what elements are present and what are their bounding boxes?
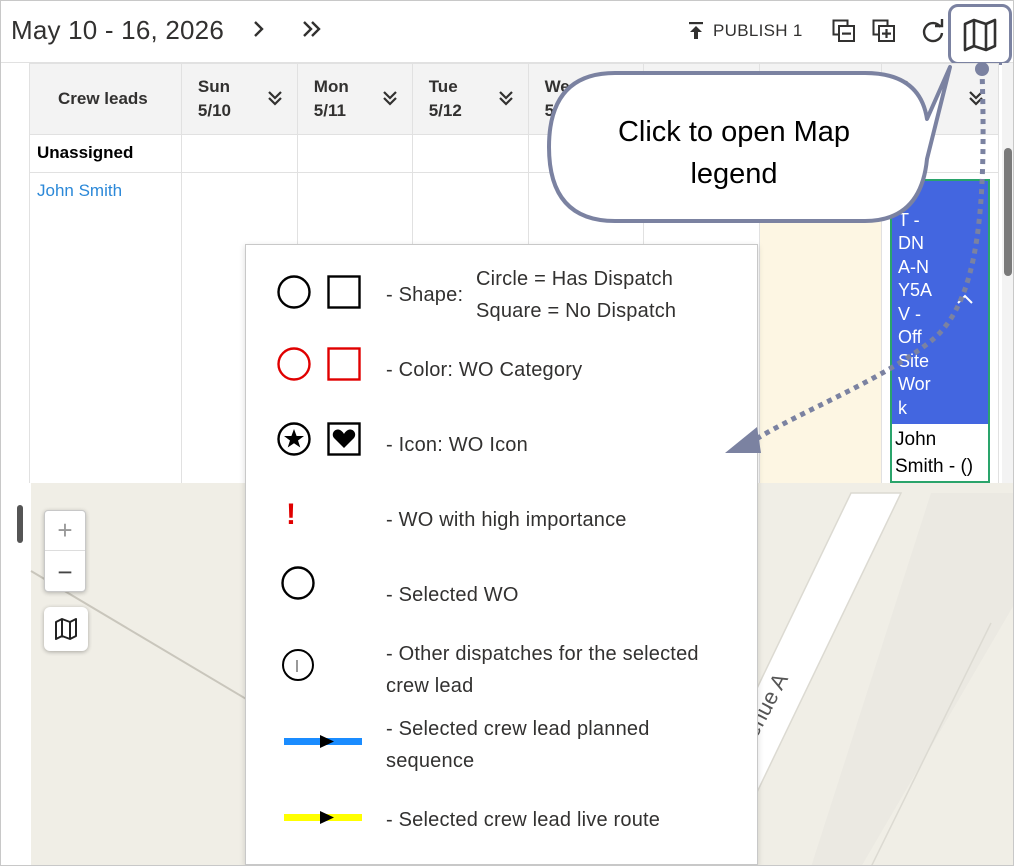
day-header-tue[interactable]: Tue 5/12 (411, 63, 529, 135)
shape-icons (277, 275, 361, 309)
wo-line: Wor (898, 374, 931, 394)
double-chevron-right-icon (303, 21, 321, 37)
chevron-right-icon (254, 21, 264, 37)
legend-importance-label: - WO with high importance (386, 509, 627, 531)
day-cell[interactable] (180, 134, 298, 173)
legend-planned-line2: sequence (386, 750, 475, 772)
owner-line: Smith - () (895, 456, 974, 477)
refresh-button[interactable] (920, 18, 946, 44)
map-legend-panel: - Shape: Circle = Has Dispatch Square = … (245, 244, 758, 865)
day-header-sun[interactable]: Sun 5/10 (180, 63, 298, 135)
fast-forward-button[interactable] (301, 16, 323, 49)
owner-line: John (895, 429, 937, 450)
map-layers-button[interactable] (44, 607, 88, 651)
zoom-in-button[interactable]: + (45, 511, 85, 551)
publish-button[interactable]: PUBLISH 1 (687, 21, 803, 41)
upload-icon (689, 22, 703, 39)
planned-sequence-icon (284, 735, 362, 748)
legend-shape-square: Square = No Dispatch (476, 300, 677, 322)
day-cell[interactable] (296, 134, 413, 173)
date-range-title: May 10 - 16, 2026 (11, 15, 224, 45)
map-resize-handle[interactable] (17, 505, 23, 543)
expand-icon[interactable] (496, 88, 516, 108)
live-route-icon (284, 811, 362, 824)
wo-line: Site (898, 350, 930, 371)
legend-other-line2: crew lead (386, 675, 474, 697)
wo-line: Off (898, 327, 922, 347)
callout-line: Click to open Map (617, 116, 851, 148)
legend-shape-label: - Shape: (386, 284, 464, 306)
collapse-icon[interactable] (954, 289, 976, 311)
map-icon (55, 618, 77, 640)
wo-line: A-N (898, 256, 929, 277)
work-order-owner: John Smith - () (892, 424, 988, 481)
day-header-mon[interactable]: Mon 5/11 (296, 63, 413, 135)
remove-dispatches-button[interactable] (831, 18, 857, 44)
legend-shape-circle: Circle = Has Dispatch (476, 268, 674, 290)
copy-add-icon (872, 19, 895, 42)
zoom-out-button[interactable]: − (45, 552, 85, 592)
toolbar: May 10 - 16, 2026 PUBLISH 1 (1, 1, 1013, 65)
wo-line: DN (898, 233, 924, 253)
legend-color-label: - Color: WO Category (386, 359, 583, 381)
callout-line: legend (690, 158, 778, 190)
next-week-button[interactable] (251, 16, 267, 49)
zoom-control: + − (44, 510, 86, 592)
publish-label: PUBLISH 1 (713, 21, 803, 40)
crew-lead-unassigned: Unassigned (29, 134, 182, 173)
legend-selected-label: - Selected WO (386, 584, 519, 606)
map-legend-button[interactable] (948, 4, 1012, 65)
other-dispatches-icon (282, 649, 314, 681)
crew-lead-john-smith[interactable]: John Smith (29, 172, 182, 483)
wo-icon-icons (277, 422, 361, 456)
legend-icon-label: - Icon: WO Icon (386, 434, 528, 456)
crew-leads-header: Crew leads (29, 63, 182, 135)
map-icon (963, 18, 997, 51)
scheduler-app: May 10 - 16, 2026 PUBLISH 1 Crew leads S… (0, 0, 1014, 866)
expand-icon[interactable] (265, 88, 285, 108)
callout-text: Click to open Map legend (591, 111, 877, 195)
day-cell[interactable] (411, 134, 529, 173)
copy-remove-icon (832, 19, 855, 42)
high-importance-icon: ! (286, 498, 297, 531)
legend-live-label: - Selected crew lead live route (386, 809, 661, 831)
legend-planned-line1: - Selected crew lead planned (386, 718, 650, 740)
add-dispatches-button[interactable] (871, 18, 897, 44)
expand-icon[interactable] (380, 88, 400, 108)
selected-wo-icon (281, 566, 315, 600)
wo-line: k (898, 397, 907, 418)
refresh-icon (922, 19, 944, 43)
color-icons (277, 347, 361, 381)
legend-other-line1: - Other dispatches for the selected (386, 643, 699, 665)
